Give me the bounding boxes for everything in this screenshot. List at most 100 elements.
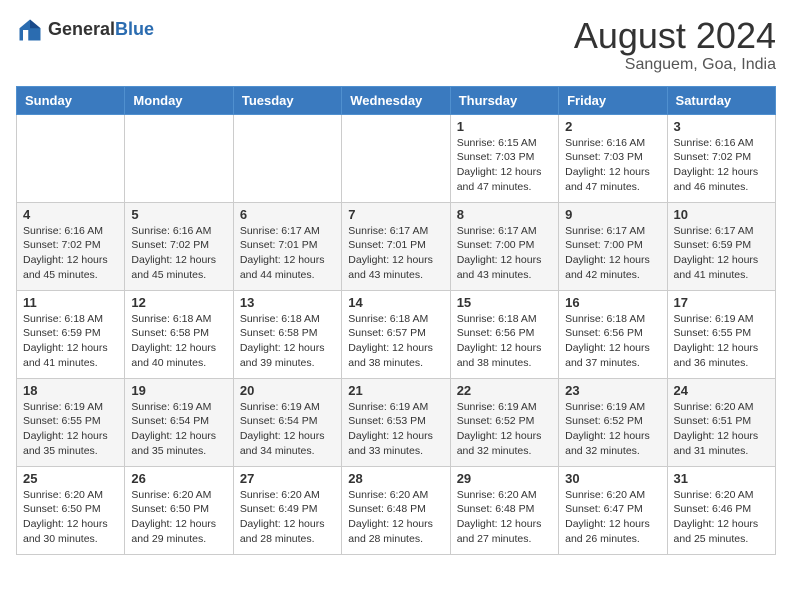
calendar-day-cell: 7Sunrise: 6:17 AMSunset: 7:01 PMDaylight… (342, 202, 450, 290)
day-info: Sunrise: 6:20 AMSunset: 6:50 PMDaylight:… (131, 488, 226, 547)
day-info: Sunrise: 6:18 AMSunset: 6:56 PMDaylight:… (457, 312, 552, 371)
day-info: Sunrise: 6:20 AMSunset: 6:48 PMDaylight:… (457, 488, 552, 547)
day-info: Sunrise: 6:19 AMSunset: 6:52 PMDaylight:… (565, 400, 660, 459)
calendar-day-cell: 3 Sunrise: 6:16 AMSunset: 7:02 PMDaylight… (667, 114, 775, 202)
day-number: 16 (565, 295, 660, 310)
day-number: 1 (457, 119, 552, 134)
day-number: 19 (131, 383, 226, 398)
day-info: Sunrise: 6:18 AMSunset: 6:58 PMDaylight:… (131, 312, 226, 371)
calendar-week-row: 25 Sunrise: 6:20 AMSunset: 6:50 PMDayligh… (17, 466, 776, 554)
calendar-day-cell: 31 Sunrise: 6:20 AMSunset: 6:46 PMDayligh… (667, 466, 775, 554)
calendar-day-cell: 30 Sunrise: 6:20 AMSunset: 6:47 PMDayligh… (559, 466, 667, 554)
calendar-day-cell: 15 Sunrise: 6:18 AMSunset: 6:56 PMDayligh… (450, 290, 558, 378)
day-info: Sunrise: 6:19 AMSunset: 6:54 PMDaylight:… (131, 400, 226, 459)
calendar-week-row: 4 Sunrise: 6:16 AMSunset: 7:02 PMDaylight… (17, 202, 776, 290)
day-number: 6 (240, 207, 335, 222)
day-info: Sunrise: 6:15 AMSunset: 7:03 PMDaylight:… (457, 136, 552, 195)
page-header: GeneralBlue August 2024 Sanguem, Goa, In… (16, 16, 776, 74)
day-info: Sunrise: 6:20 AMSunset: 6:47 PMDaylight:… (565, 488, 660, 547)
calendar-day-cell: 8 Sunrise: 6:17 AMSunset: 7:00 PMDaylight… (450, 202, 558, 290)
day-number: 23 (565, 383, 660, 398)
calendar-week-row: 18 Sunrise: 6:19 AMSunset: 6:55 PMDayligh… (17, 378, 776, 466)
day-number: 10 (674, 207, 769, 222)
calendar-day-cell: 29 Sunrise: 6:20 AMSunset: 6:48 PMDayligh… (450, 466, 558, 554)
calendar-day-cell: 21 Sunrise: 6:19 AMSunset: 6:53 PMDayligh… (342, 378, 450, 466)
calendar-week-row: 1 Sunrise: 6:15 AMSunset: 7:03 PMDaylight… (17, 114, 776, 202)
day-info: Sunrise: 6:17 AMSunset: 7:00 PMDaylight:… (457, 224, 552, 283)
day-number: 17 (674, 295, 769, 310)
day-number: 26 (131, 471, 226, 486)
day-info: Sunrise: 6:17 AMSunset: 7:00 PMDaylight:… (565, 224, 660, 283)
calendar-day-cell: 22 Sunrise: 6:19 AMSunset: 6:52 PMDayligh… (450, 378, 558, 466)
day-info: Sunrise: 6:16 AMSunset: 7:02 PMDaylight:… (674, 136, 769, 195)
day-info: Sunrise: 6:19 AMSunset: 6:53 PMDaylight:… (348, 400, 443, 459)
day-info: Sunrise: 6:17 AMSunset: 6:59 PMDaylight:… (674, 224, 769, 283)
day-info: Sunrise: 6:18 AMSunset: 6:59 PMDaylight:… (23, 312, 118, 371)
calendar-day-cell: 24Sunrise: 6:20 AMSunset: 6:51 PMDayligh… (667, 378, 775, 466)
calendar-day-cell: 17 Sunrise: 6:19 AMSunset: 6:55 PMDayligh… (667, 290, 775, 378)
calendar-day-cell: 20 Sunrise: 6:19 AMSunset: 6:54 PMDayligh… (233, 378, 341, 466)
day-info: Sunrise: 6:18 AMSunset: 6:56 PMDaylight:… (565, 312, 660, 371)
day-number: 21 (348, 383, 443, 398)
day-number: 22 (457, 383, 552, 398)
calendar-day-cell: 18 Sunrise: 6:19 AMSunset: 6:55 PMDayligh… (17, 378, 125, 466)
day-info: Sunrise: 6:19 AMSunset: 6:52 PMDaylight:… (457, 400, 552, 459)
day-info: Sunrise: 6:18 AMSunset: 6:58 PMDaylight:… (240, 312, 335, 371)
calendar-table: SundayMondayTuesdayWednesdayThursdayFrid… (16, 86, 776, 555)
day-number: 30 (565, 471, 660, 486)
day-number: 13 (240, 295, 335, 310)
calendar-day-cell: 14 Sunrise: 6:18 AMSunset: 6:57 PMDayligh… (342, 290, 450, 378)
day-info: Sunrise: 6:18 AMSunset: 6:57 PMDaylight:… (348, 312, 443, 371)
calendar-day-cell (125, 114, 233, 202)
day-info: Sunrise: 6:20 AMSunset: 6:49 PMDaylight:… (240, 488, 335, 547)
calendar-day-cell: 1 Sunrise: 6:15 AMSunset: 7:03 PMDaylight… (450, 114, 558, 202)
calendar-day-cell: 28Sunrise: 6:20 AMSunset: 6:48 PMDayligh… (342, 466, 450, 554)
calendar-day-cell: 10 Sunrise: 6:17 AMSunset: 6:59 PMDayligh… (667, 202, 775, 290)
day-number: 2 (565, 119, 660, 134)
calendar-week-row: 11 Sunrise: 6:18 AMSunset: 6:59 PMDayligh… (17, 290, 776, 378)
calendar-day-cell: 9Sunrise: 6:17 AMSunset: 7:00 PMDaylight… (559, 202, 667, 290)
day-number: 18 (23, 383, 118, 398)
day-info: Sunrise: 6:20 AMSunset: 6:50 PMDaylight:… (23, 488, 118, 547)
calendar-day-cell: 13 Sunrise: 6:18 AMSunset: 6:58 PMDayligh… (233, 290, 341, 378)
calendar-day-cell: 5 Sunrise: 6:16 AMSunset: 7:02 PMDaylight… (125, 202, 233, 290)
day-info: Sunrise: 6:17 AMSunset: 7:01 PMDaylight:… (348, 224, 443, 283)
logo: GeneralBlue (16, 16, 154, 44)
day-info: Sunrise: 6:19 AMSunset: 6:55 PMDaylight:… (674, 312, 769, 371)
day-number: 4 (23, 207, 118, 222)
day-info: Sunrise: 6:19 AMSunset: 6:54 PMDaylight:… (240, 400, 335, 459)
calendar-day-cell (342, 114, 450, 202)
calendar-day-cell: 16 Sunrise: 6:18 AMSunset: 6:56 PMDayligh… (559, 290, 667, 378)
day-info: Sunrise: 6:16 AMSunset: 7:02 PMDaylight:… (131, 224, 226, 283)
calendar-day-cell: 19 Sunrise: 6:19 AMSunset: 6:54 PMDayligh… (125, 378, 233, 466)
day-number: 25 (23, 471, 118, 486)
day-number: 3 (674, 119, 769, 134)
day-number: 14 (348, 295, 443, 310)
day-info: Sunrise: 6:19 AMSunset: 6:55 PMDaylight:… (23, 400, 118, 459)
day-number: 31 (674, 471, 769, 486)
day-number: 11 (23, 295, 118, 310)
day-info: Sunrise: 6:17 AMSunset: 7:01 PMDaylight:… (240, 224, 335, 283)
weekday-header-row: SundayMondayTuesdayWednesdayThursdayFrid… (17, 86, 776, 114)
weekday-header-cell: Thursday (450, 86, 558, 114)
logo-text: GeneralBlue (48, 20, 154, 40)
calendar-day-cell: 26 Sunrise: 6:20 AMSunset: 6:50 PMDayligh… (125, 466, 233, 554)
calendar-day-cell: 27Sunrise: 6:20 AMSunset: 6:49 PMDayligh… (233, 466, 341, 554)
calendar-day-cell (17, 114, 125, 202)
day-info: Sunrise: 6:20 AMSunset: 6:48 PMDaylight:… (348, 488, 443, 547)
day-info: Sunrise: 6:20 AMSunset: 6:46 PMDaylight:… (674, 488, 769, 547)
day-number: 8 (457, 207, 552, 222)
calendar-day-cell: 6 Sunrise: 6:17 AMSunset: 7:01 PMDaylight… (233, 202, 341, 290)
calendar-day-cell: 2 Sunrise: 6:16 AMSunset: 7:03 PMDaylight… (559, 114, 667, 202)
day-info: Sunrise: 6:16 AMSunset: 7:03 PMDaylight:… (565, 136, 660, 195)
weekday-header-cell: Sunday (17, 86, 125, 114)
calendar-day-cell: 4Sunrise: 6:16 AMSunset: 7:02 PMDaylight… (17, 202, 125, 290)
day-number: 20 (240, 383, 335, 398)
logo-icon (16, 16, 44, 44)
day-info: Sunrise: 6:20 AMSunset: 6:51 PMDaylight:… (674, 400, 769, 459)
day-number: 15 (457, 295, 552, 310)
title-block: August 2024 Sanguem, Goa, India (574, 16, 776, 74)
day-number: 5 (131, 207, 226, 222)
month-title: August 2024 (574, 16, 776, 56)
day-number: 29 (457, 471, 552, 486)
